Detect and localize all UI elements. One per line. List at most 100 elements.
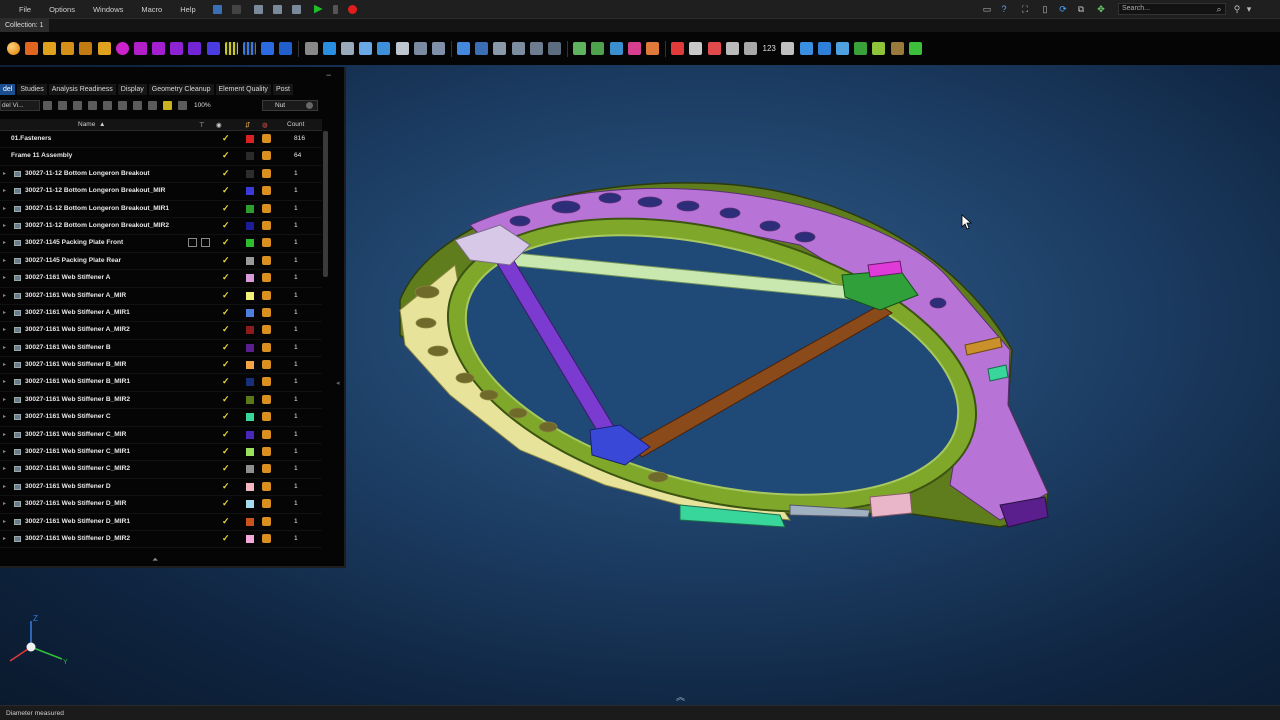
visibility-check-icon[interactable]: ✓ — [222, 185, 230, 196]
material-icon[interactable] — [262, 516, 271, 526]
visibility-check-icon[interactable]: ✓ — [222, 203, 230, 214]
cube-icon[interactable] — [395, 42, 409, 55]
project-icon[interactable] — [609, 42, 623, 55]
name-column-header[interactable]: Name — [78, 121, 95, 128]
tree-row[interactable]: ▸ 30027-11-12 Bottom Longeron Breakout_MI… — [0, 218, 322, 236]
row-action-icon[interactable] — [201, 238, 210, 248]
material-icon[interactable] — [262, 481, 271, 491]
panel-scrollbar[interactable] — [323, 131, 328, 277]
fluid-icon[interactable] — [377, 42, 391, 55]
run-icon[interactable] — [313, 4, 323, 14]
visibility-check-icon[interactable]: ✓ — [222, 394, 230, 405]
measure-icon[interactable] — [493, 42, 507, 55]
expand-arrow-icon[interactable]: ▸ — [3, 361, 6, 368]
material-icon[interactable] — [262, 307, 271, 317]
material-icon[interactable] — [262, 325, 271, 335]
expand-arrow-icon[interactable]: ▸ — [3, 413, 6, 420]
expand-arrow-icon[interactable]: ▸ — [3, 396, 6, 403]
tree-row[interactable]: ▸ 30027-1161 Web Stiffener C_MIR1 ✓ 1 — [0, 444, 322, 462]
beams-icon[interactable] — [243, 42, 257, 55]
run-options-icon[interactable] — [332, 4, 338, 14]
sym-icon[interactable] — [743, 42, 757, 55]
color-swatch[interactable] — [246, 326, 254, 335]
new-file-icon[interactable]: ▯ — [1040, 4, 1050, 14]
color-swatch[interactable] — [246, 152, 254, 161]
export-icon[interactable] — [908, 42, 922, 55]
hexa-mesh-icon[interactable] — [170, 42, 184, 55]
expand-arrow-icon[interactable]: ▸ — [3, 326, 6, 333]
hide-icon[interactable] — [133, 101, 142, 110]
tree-row[interactable]: ▸ 30027-11-12 Bottom Longeron Breakout_MI… — [0, 201, 322, 218]
tree-row[interactable]: ▸ 30027-1161 Web Stiffener B_MIR2 ✓ 1 — [0, 392, 322, 410]
tab-display[interactable]: Display — [117, 84, 147, 95]
expand-arrow-icon[interactable]: ▸ — [3, 465, 6, 472]
zoom-value[interactable]: 100% — [194, 102, 211, 109]
visibility-check-icon[interactable]: ✓ — [222, 168, 230, 179]
expand-arrow-icon[interactable]: ▸ — [3, 483, 6, 490]
constraint-icon[interactable] — [725, 42, 739, 55]
mesh-edit-icon[interactable] — [890, 42, 904, 55]
tree-row[interactable]: ▸ 30027-1161 Web Stiffener A_MIR2 ✓ 1 — [0, 322, 322, 340]
color-swatch[interactable] — [246, 135, 254, 143]
collection-tab[interactable]: Collection: 1 — [0, 19, 49, 32]
load-icon[interactable] — [671, 42, 685, 55]
expand-arrow-icon[interactable]: ▸ — [3, 378, 6, 385]
material-column-icon[interactable]: ◍ — [262, 121, 268, 129]
color-swatch[interactable] — [246, 169, 254, 178]
tab-post[interactable]: Post — [272, 84, 293, 95]
normals-icon[interactable] — [781, 42, 795, 55]
id-column-icon[interactable]: ⇵ — [245, 121, 250, 129]
tree-row[interactable]: ▸ 30027-1161 Web Stiffener D_MIR2 ✓ 1 — [0, 531, 322, 549]
color-swatch[interactable] — [246, 274, 254, 283]
bounding-box-icon[interactable] — [511, 42, 525, 55]
material-icon[interactable] — [262, 255, 271, 265]
save-icon[interactable] — [253, 4, 263, 14]
color-swatch[interactable] — [246, 361, 254, 370]
isolate-icon[interactable] — [148, 101, 157, 110]
color-swatch[interactable] — [246, 430, 254, 439]
tree-row[interactable]: ▸ 30027-1161 Web Stiffener C ✓ 1 — [0, 409, 322, 427]
material-icon[interactable] — [262, 290, 271, 300]
visibility-check-icon[interactable]: ✓ — [222, 133, 230, 144]
tree-row[interactable]: ▸ 30027-1145 Packing Plate Rear ✓ 1 — [0, 253, 322, 271]
color-swatch[interactable] — [246, 204, 254, 213]
color-swatch[interactable] — [246, 343, 254, 352]
visibility-check-icon[interactable]: ✓ — [222, 533, 230, 544]
redo-icon[interactable] — [231, 4, 241, 14]
axis-icon[interactable] — [854, 42, 868, 55]
sync-icon[interactable]: ⟳ — [1058, 4, 1068, 14]
visibility-check-icon[interactable]: ✓ — [222, 220, 230, 231]
material-icon[interactable] — [262, 220, 271, 230]
show-icon[interactable] — [118, 101, 127, 110]
material-icon[interactable] — [262, 273, 271, 283]
point-icon[interactable] — [340, 42, 354, 55]
tree-row[interactable]: ▸ 30027-11-12 Bottom Longeron Breakout_MI… — [0, 183, 322, 201]
layers-icon[interactable] — [817, 42, 831, 55]
node-icon[interactable] — [475, 42, 489, 55]
menu-file[interactable]: File — [0, 5, 40, 14]
color-swatch[interactable] — [246, 291, 254, 300]
material-icon[interactable] — [262, 533, 271, 543]
tree-row[interactable]: ▸ 30027-1161 Web Stiffener D ✓ 1 — [0, 479, 322, 497]
color-swatch[interactable] — [246, 395, 254, 404]
visibility-check-icon[interactable]: ✓ — [222, 411, 230, 422]
expand-arrow-icon[interactable]: ▸ — [3, 239, 6, 246]
tree-row[interactable]: ▸ 30027-1161 Web Stiffener A_MIR1 ✓ 1 — [0, 305, 322, 323]
boolean-icon[interactable] — [24, 42, 38, 55]
menu-options[interactable]: Options — [40, 5, 84, 14]
tree-row[interactable]: ▸ 30027-1161 Web Stiffener B ✓ 1 — [0, 340, 322, 358]
material-icon[interactable] — [262, 151, 271, 161]
grid-icon[interactable] — [548, 42, 562, 55]
mesh-sphere-icon[interactable] — [115, 42, 129, 55]
material-icon[interactable] — [262, 342, 271, 352]
view-collapse-icon[interactable]: ︽ — [676, 690, 685, 703]
panel-splitter[interactable]: ◂ — [336, 379, 340, 387]
color-swatch[interactable] — [246, 465, 254, 474]
tree-row[interactable]: Frame 11 Assembly ✓ 64 — [0, 148, 322, 166]
tab-studies[interactable]: Studies — [17, 84, 47, 95]
tree-row[interactable]: ▸ 30027-1161 Web Stiffener B_MIR1 ✓ 1 — [0, 374, 322, 392]
visibility-check-icon[interactable]: ✓ — [222, 324, 230, 335]
visibility-check-icon[interactable]: ✓ — [222, 307, 230, 318]
filter-icon[interactable] — [73, 101, 82, 110]
visibility-check-icon[interactable]: ✓ — [222, 342, 230, 353]
